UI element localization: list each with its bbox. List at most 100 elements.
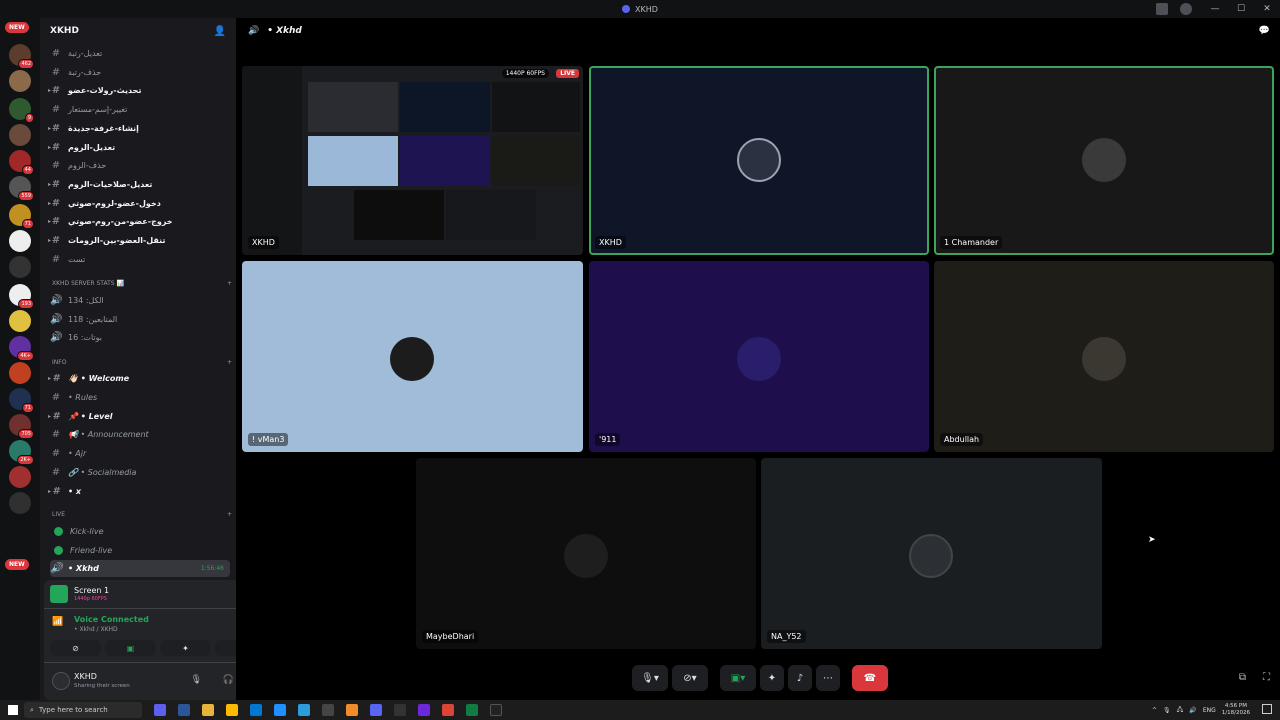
channel-item[interactable]: # حذف-رتبة (50, 64, 230, 81)
outlook-icon[interactable] (250, 704, 262, 716)
network-icon[interactable]: 🖧 (1177, 705, 1184, 715)
maximize-button[interactable]: ☐ (1228, 4, 1254, 14)
channel-item[interactable]: ▸ # تعديل-صلاحيات-الروم (48, 176, 230, 193)
leave-call-button[interactable]: ☎ (852, 665, 888, 691)
active-voice-channel[interactable]: 🔊 • Xkhd 1:56:46 (50, 560, 230, 577)
channel-item[interactable]: ▸ # 📌 • Level (48, 408, 230, 425)
headphones-icon[interactable]: 🎧 (223, 675, 234, 685)
participant-tile-911[interactable]: '911 (589, 261, 929, 452)
voice-status[interactable]: Voice Connected (74, 615, 149, 624)
channel-item[interactable]: ▸ # دخول-عضو-لروم-صوتي (48, 195, 230, 212)
channel-item[interactable]: # تعديل-رتبة (50, 45, 230, 62)
category-live[interactable]: LIVE + (52, 511, 232, 518)
channel-item[interactable]: # • Ajr (50, 445, 230, 462)
stream-tile-xkhd[interactable]: 1440P 60FPS LIVE XKHD (242, 66, 583, 255)
channel-friend-live[interactable]: Friend-live (50, 542, 230, 559)
taskbar-search[interactable]: ⌕ Type here to search (24, 702, 142, 718)
server-icon[interactable] (9, 70, 31, 92)
server-icon[interactable]: 9 (9, 98, 34, 123)
server-icon[interactable] (9, 124, 31, 146)
server-icon[interactable]: 462 (9, 44, 34, 69)
chrome-icon[interactable] (442, 704, 454, 716)
app-icon[interactable] (418, 704, 430, 716)
user-avatar[interactable] (52, 672, 70, 690)
game-icon[interactable] (490, 704, 502, 716)
soundboard-control[interactable]: ♪ (788, 665, 812, 691)
discord-taskbar-icon[interactable] (370, 704, 382, 716)
channel-item[interactable]: # • Rules (50, 389, 230, 406)
channel-item[interactable]: ▸ # تعديل-الروم (48, 139, 230, 156)
file-explorer-icon[interactable] (202, 704, 214, 716)
participant-tile-1-chamander[interactable]: 1 Chamander (934, 66, 1274, 255)
channel-item[interactable]: 🔊 الكل: 134 (50, 292, 230, 309)
server-icon[interactable]: 193 (9, 284, 34, 309)
channel-item[interactable]: ▸ # تحديث-رولات-عضو (48, 82, 230, 99)
server-icon[interactable]: 2K+ (9, 440, 34, 465)
participant-tile-na-y52[interactable]: NA_Y52 (761, 458, 1102, 649)
signal-icon[interactable]: 📶 (52, 617, 63, 627)
mic-tray-icon[interactable]: 🎙 (1163, 707, 1171, 714)
category-info[interactable]: INFO + (52, 359, 232, 366)
add-channel-icon[interactable]: + (227, 280, 232, 287)
server-icon[interactable]: 44 (9, 150, 34, 175)
activities-button[interactable]: ✦ (160, 640, 211, 656)
obs-icon[interactable] (394, 704, 406, 716)
word-icon[interactable] (178, 704, 190, 716)
more-options-button[interactable]: ⋯ (816, 665, 840, 691)
server-icon[interactable]: 705 (9, 414, 34, 439)
channel-item[interactable]: ▸ # إنشاء-غرفة-جديدة (48, 120, 230, 137)
vlc-icon[interactable] (346, 704, 358, 716)
new-unreads-pill-bottom[interactable]: NEW (5, 559, 29, 570)
channel-item[interactable]: ▸ # • x (48, 483, 230, 500)
terminal-icon[interactable] (466, 704, 478, 716)
volume-icon[interactable]: 🔊 (1189, 707, 1196, 714)
inbox-icon[interactable] (1156, 3, 1168, 15)
taskbar-clock[interactable]: 4:56 PM 1/18/2026 (1222, 703, 1250, 717)
language-indicator[interactable]: ENG (1203, 707, 1216, 714)
server-header[interactable]: XKHD 👤 (40, 18, 236, 44)
participant-tile-abdullah[interactable]: Abdullah (934, 261, 1274, 452)
server-icon[interactable] (9, 230, 31, 252)
channel-item[interactable]: # تست (50, 251, 230, 268)
add-channel-icon[interactable]: + (227, 511, 232, 518)
server-icon[interactable]: 71 (9, 388, 34, 413)
channel-item[interactable]: # تغيير-إسم-مستعار (50, 101, 230, 118)
channel-kick-live[interactable]: Kick-live (50, 523, 230, 540)
camera-button[interactable]: ⊘▾ (672, 665, 708, 691)
user-name[interactable]: XKHD (74, 672, 97, 681)
screen-share-control[interactable]: ▣▾ (720, 665, 756, 691)
server-icon[interactable] (9, 310, 31, 332)
new-unreads-pill[interactable]: NEW (5, 22, 29, 33)
popout-icon[interactable]: ⧉ (1239, 672, 1246, 683)
server-icon[interactable]: 71 (9, 204, 34, 229)
add-member-icon[interactable]: 👤 (214, 26, 226, 37)
camera-off-button[interactable]: ⊘ (50, 640, 101, 656)
chat-icon[interactable]: 💬 (1259, 26, 1270, 36)
close-button[interactable]: ✕ (1254, 4, 1280, 14)
start-button-icon[interactable] (8, 705, 18, 715)
server-icon[interactable]: 559 (9, 176, 34, 201)
channel-item[interactable]: 🔊 بوتات: 16 (50, 329, 230, 346)
channel-item[interactable]: # 🔗 • Socialmedia (50, 464, 230, 481)
media-icon[interactable] (274, 704, 286, 716)
category-server-stats[interactable]: XKHD SERVER STATS 📊 + (52, 280, 232, 287)
channel-item[interactable]: ▸ # خروج-عضو-من-روم-صوتي (48, 213, 230, 230)
server-icon[interactable] (9, 492, 31, 514)
server-icon[interactable]: 4K+ (9, 336, 34, 361)
server-icon[interactable] (9, 256, 31, 278)
participant-tile-maybedhari[interactable]: MaybeDhari (416, 458, 756, 649)
microphone-icon[interactable]: 🎙 (191, 675, 202, 685)
fullscreen-icon[interactable]: ⛶ (1263, 672, 1270, 683)
notifications-icon[interactable] (1262, 704, 1272, 714)
minimize-button[interactable]: — (1202, 4, 1228, 14)
activities-control[interactable]: ✦ (760, 665, 784, 691)
screen-share-button[interactable]: ▣ (105, 640, 156, 656)
channel-item[interactable]: 🔊 المتابعين: 118 (50, 311, 230, 328)
copilot-icon[interactable] (154, 704, 166, 716)
channel-item[interactable]: # 📢 • Announcement (50, 426, 230, 443)
store-icon[interactable] (226, 704, 238, 716)
tray-chevron-icon[interactable]: ^ (1152, 707, 1157, 714)
voice-location[interactable]: • Xkhd / XKHD (74, 626, 118, 633)
channel-item[interactable]: # حذف-الروم (50, 157, 230, 174)
server-icon[interactable] (9, 466, 31, 488)
